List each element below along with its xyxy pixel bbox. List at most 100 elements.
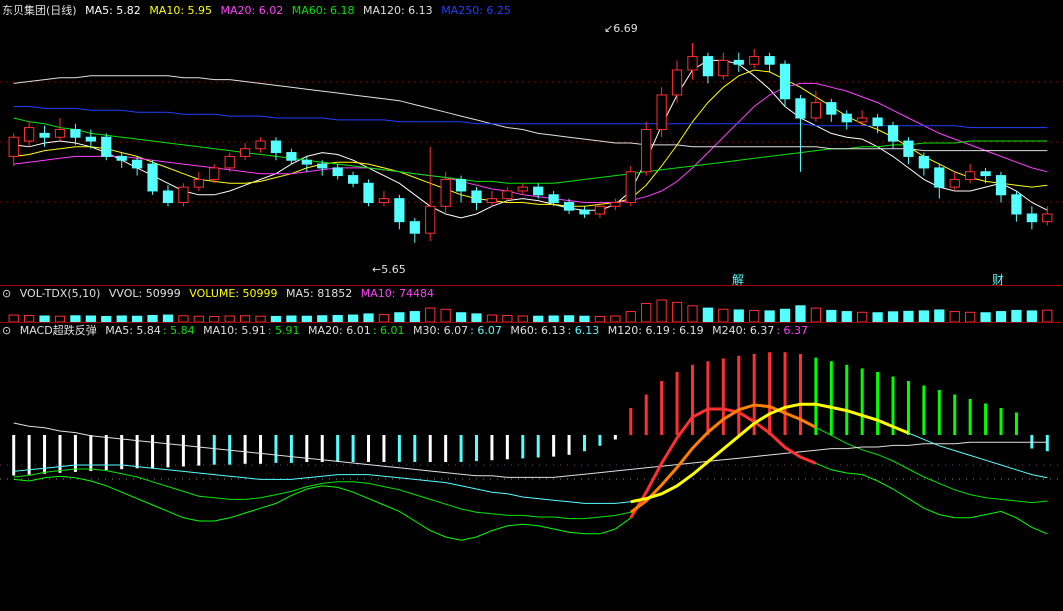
volume-bar bbox=[949, 311, 960, 322]
candle-body bbox=[887, 125, 899, 142]
candle-body bbox=[563, 201, 575, 211]
volume-bar bbox=[733, 309, 744, 322]
candle-body bbox=[301, 159, 312, 165]
candle-body bbox=[409, 221, 420, 234]
candle-body bbox=[131, 159, 143, 169]
legend-ma120: MA120: 6.13 bbox=[362, 4, 433, 17]
volume-bar bbox=[795, 305, 806, 322]
candle-body bbox=[193, 178, 204, 188]
volume-bar bbox=[378, 314, 390, 322]
candle-body bbox=[641, 129, 652, 173]
volume-bar bbox=[641, 302, 652, 322]
candle-body bbox=[687, 56, 698, 71]
macd-legend: ⊙ MACD超跌反弹 MA5: 5.84: 5.84 MA10: 5.91: 5… bbox=[2, 324, 813, 338]
volume-bar bbox=[749, 309, 760, 322]
candle-body bbox=[255, 140, 266, 150]
candle-body bbox=[903, 140, 914, 157]
volume-bar bbox=[779, 308, 791, 322]
legend-item: M240: 6.37 bbox=[712, 324, 775, 337]
volume-bar bbox=[625, 311, 636, 322]
candle-body bbox=[147, 163, 158, 192]
candle-body bbox=[810, 102, 822, 119]
volume-bar bbox=[764, 310, 775, 322]
volume-bar bbox=[872, 312, 883, 322]
volume-title[interactable]: VOL-TDX(5,10) bbox=[20, 287, 101, 300]
candle-body bbox=[779, 63, 791, 100]
volume-bar bbox=[995, 311, 1007, 322]
candle-body bbox=[517, 186, 528, 192]
candle-body bbox=[656, 94, 667, 131]
legend-volume: VOLUME: 50999 bbox=[189, 287, 278, 300]
candle-body bbox=[965, 171, 976, 180]
panel-menu-icon[interactable]: ⊙ bbox=[2, 324, 11, 337]
candle-body bbox=[579, 209, 590, 215]
candle-body bbox=[54, 129, 66, 138]
candle-body bbox=[733, 59, 744, 65]
volume-bar bbox=[671, 301, 683, 322]
candle-body bbox=[378, 198, 390, 203]
stock-title[interactable]: 东贝集团(日线) bbox=[2, 4, 77, 17]
candle-body bbox=[162, 190, 174, 203]
candle-body bbox=[718, 59, 729, 77]
legend-item: : 5.91 bbox=[267, 324, 300, 337]
volume-bar bbox=[965, 311, 976, 322]
candle-body bbox=[934, 167, 945, 188]
legend-ma10: MA10: 5.95 bbox=[149, 4, 213, 17]
candle-body bbox=[795, 98, 806, 119]
volume-bar bbox=[980, 312, 991, 322]
candle-body bbox=[394, 198, 405, 223]
candle-body bbox=[39, 132, 50, 138]
panel-menu-icon[interactable]: ⊙ bbox=[2, 287, 11, 300]
legend-item: MA5: 5.84 bbox=[105, 324, 161, 337]
candle-body bbox=[980, 171, 991, 177]
candle-body bbox=[178, 186, 189, 203]
volume-bar bbox=[394, 312, 405, 322]
candle-body bbox=[1042, 213, 1053, 223]
macd-chart[interactable] bbox=[0, 323, 1063, 611]
volume-bar bbox=[409, 311, 420, 322]
volume-bar bbox=[455, 312, 467, 322]
price-chart[interactable] bbox=[0, 0, 1063, 285]
candle-body bbox=[502, 190, 513, 200]
candle-body bbox=[1026, 213, 1037, 223]
candle-body bbox=[671, 69, 683, 96]
candle-body bbox=[702, 56, 714, 77]
volume-bar bbox=[718, 308, 729, 322]
legend-item: : 6.01 bbox=[372, 324, 405, 337]
candle-body bbox=[224, 155, 235, 169]
volume-legend: ⊙ VOL-TDX(5,10) VVOL: 50999 VOLUME: 5099… bbox=[2, 287, 439, 301]
volume-bar bbox=[1026, 310, 1037, 322]
candle-body bbox=[533, 186, 544, 196]
volume-bar bbox=[440, 308, 451, 322]
legend-ma60: MA60: 6.18 bbox=[291, 4, 355, 17]
candle-body bbox=[1011, 194, 1022, 215]
candle-body bbox=[857, 117, 868, 123]
macd-title[interactable]: MACD超跌反弹 bbox=[20, 324, 97, 337]
volume-bar bbox=[656, 299, 667, 322]
volume-bar bbox=[918, 310, 930, 322]
volume-bar bbox=[347, 314, 359, 322]
candle-body bbox=[347, 175, 359, 184]
candle-body bbox=[24, 127, 35, 142]
candle-body bbox=[594, 205, 606, 215]
candle-body bbox=[70, 129, 81, 138]
volume-bar bbox=[934, 309, 945, 322]
volume-bar bbox=[887, 311, 899, 322]
volume-bar bbox=[841, 311, 852, 322]
candle-body bbox=[471, 190, 482, 203]
candle-body bbox=[85, 136, 96, 142]
volume-panel[interactable]: ⊙ VOL-TDX(5,10) VVOL: 50999 VOLUME: 5099… bbox=[0, 286, 1063, 322]
macd-panel[interactable]: ⊙ MACD超跌反弹 MA5: 5.84: 5.84 MA10: 5.91: 5… bbox=[0, 323, 1063, 611]
candle-body bbox=[918, 155, 930, 169]
candle-body bbox=[286, 152, 297, 161]
low-price-label: ←5.65 bbox=[372, 263, 406, 276]
candle-body bbox=[949, 178, 960, 188]
volume-bar bbox=[486, 314, 498, 322]
candle-body bbox=[764, 56, 775, 65]
legend-item: : 6.19 bbox=[671, 324, 704, 337]
candle-body bbox=[841, 113, 852, 123]
candle-body bbox=[749, 56, 760, 65]
price-panel[interactable]: 东贝集团(日线) MA5: 5.82 MA10: 5.95 MA20: 6.02… bbox=[0, 0, 1063, 287]
candle-body bbox=[486, 198, 498, 203]
candle-body bbox=[332, 167, 343, 177]
